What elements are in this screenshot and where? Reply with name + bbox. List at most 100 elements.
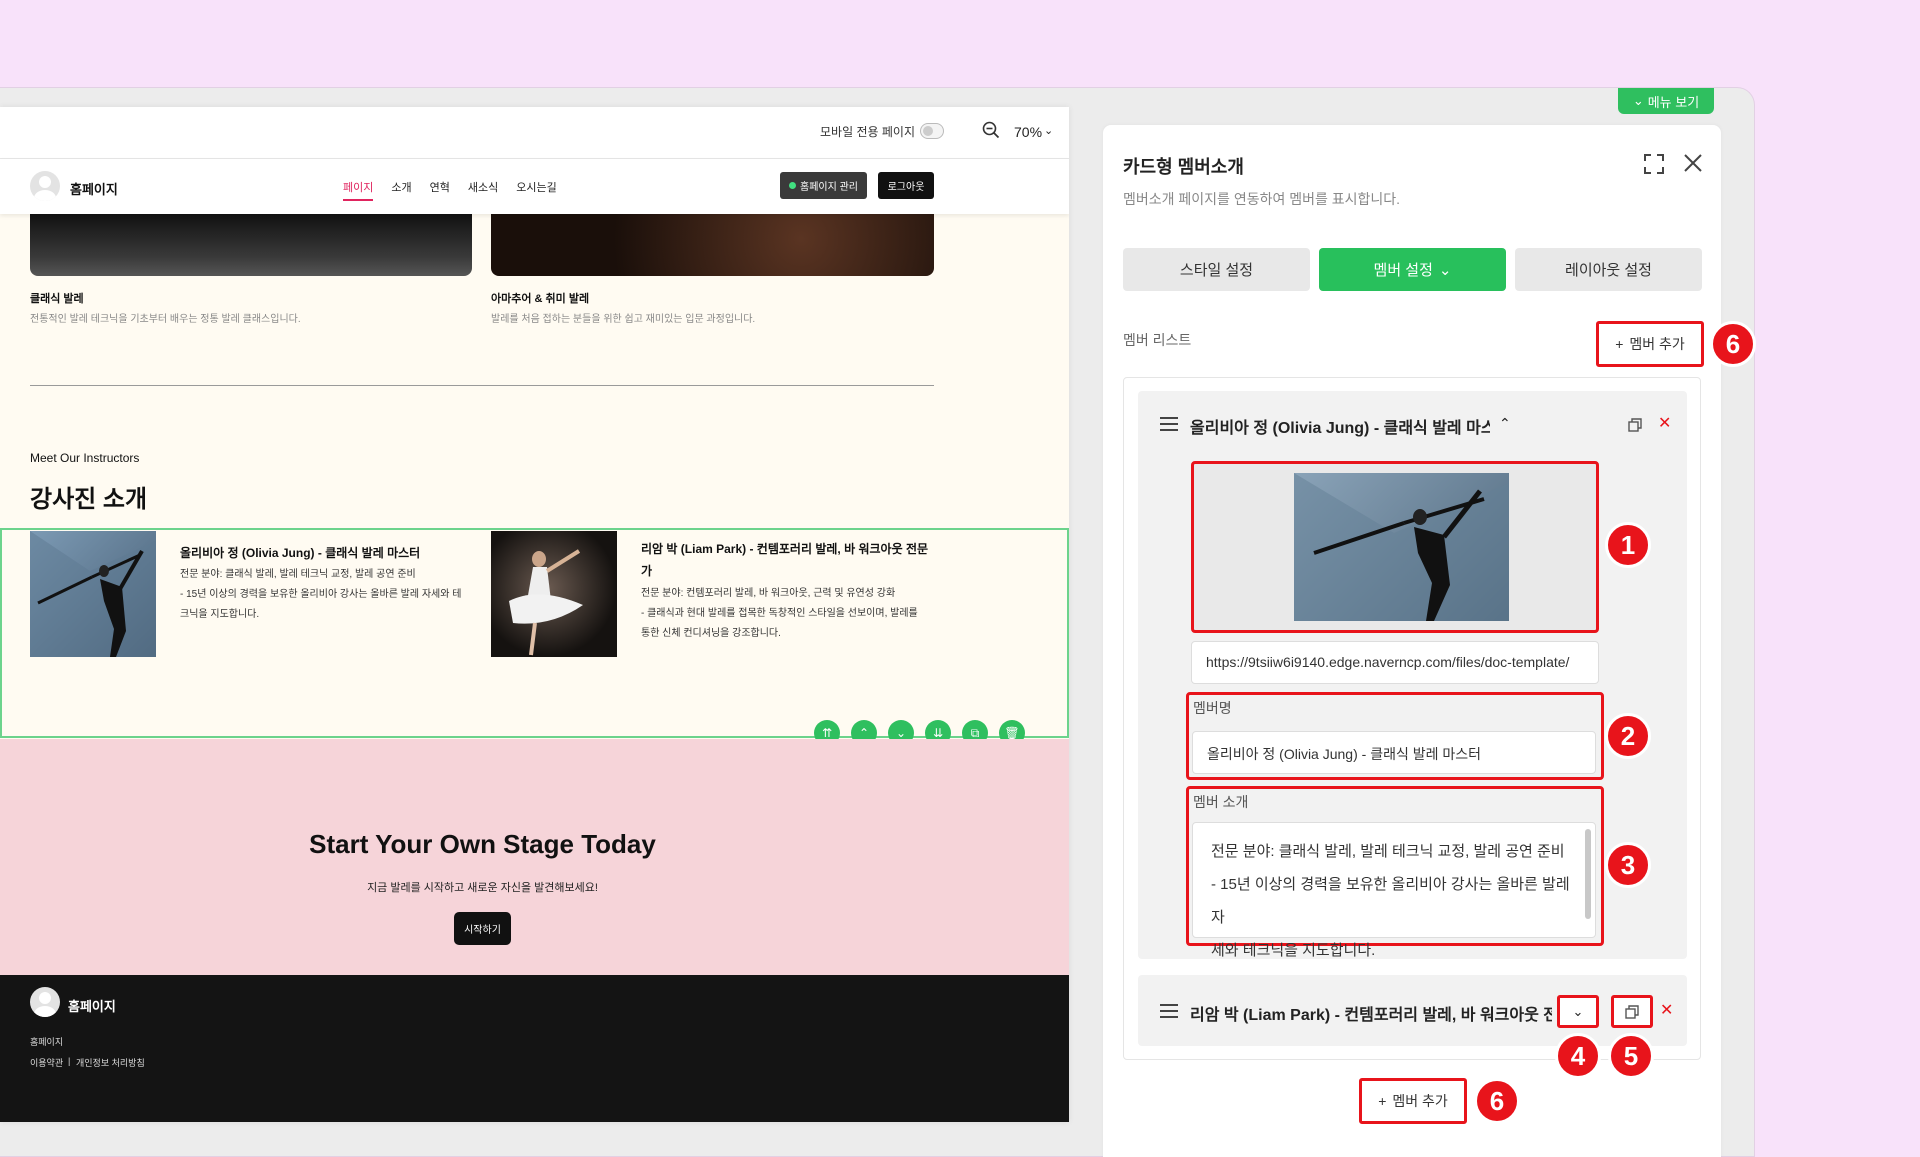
annotation-badge-6-bottom: 6 [1474, 1078, 1520, 1124]
status-dot-icon [789, 182, 796, 189]
member-list-label: 멤버 리스트 [1123, 332, 1192, 348]
member-item-title[interactable]: 리암 박 (Liam Park) - 컨템포러리 발레, 바 워크아웃 전문가 [1190, 1001, 1552, 1025]
image-url-field[interactable]: https://9tsiiw6i9140.edge.naverncp.com/f… [1191, 641, 1599, 684]
footer-logo-avatar [30, 987, 60, 1017]
intro-line-1: 전문 분야: 클래식 발레, 발레 테크닉 교정, 발레 공연 준비 [1211, 843, 1565, 860]
member-name-field[interactable]: 올리비아 정 (Olivia Jung) - 클래식 발레 마스터 [1192, 731, 1596, 774]
member-name-label: 멤버명 [1193, 700, 1232, 716]
cta-section: Start Your Own Stage Today 지금 발레를 시작하고 새… [0, 739, 1069, 975]
site-footer: 홈페이지 홈페이지 이용약관 | 개인정보 처리방침 [0, 975, 1069, 1122]
card-image-amateur [491, 214, 934, 276]
member-desc-liam-3: 통한 신체 컨디셔닝을 강조합니다. [641, 628, 781, 639]
tab-member-settings-label: 멤버 설정 [1373, 262, 1433, 279]
card-image-classical [30, 214, 472, 276]
nav-item-about[interactable]: 소개 [391, 179, 411, 201]
footer-terms-link[interactable]: 이용약관 [30, 1056, 63, 1069]
intro-line-3: 세와 테크닉을 지도합니다. [1211, 942, 1376, 959]
footer-line: 홈페이지 [30, 1037, 64, 1047]
panel-tabs: 스타일 설정 멤버 설정 ⌄ 레이아웃 설정 [1123, 248, 1702, 291]
zoom-out-icon[interactable] [982, 121, 1000, 139]
fullscreen-icon[interactable] [1643, 153, 1665, 175]
annotation-badge-6-top: 6 [1710, 321, 1756, 367]
add-member-button-top[interactable]: + 멤버 추가 [1596, 321, 1704, 367]
plus-icon: + [1615, 336, 1624, 352]
nav-item-location[interactable]: 오시는길 [516, 179, 556, 201]
add-member-label: 멤버 추가 [1629, 336, 1685, 352]
cta-subtitle: 지금 발레를 시작하고 새로운 자신을 발견해보세요! [367, 882, 598, 894]
member-desc-liam-2: - 클래식과 현대 발레를 접목한 독창적인 스타일을 선보이며, 발레를 [641, 608, 918, 619]
annotation-badge-4: 4 [1555, 1033, 1601, 1079]
chevron-up-icon[interactable]: ⌃ [1499, 415, 1511, 432]
tab-layout-settings[interactable]: 레이아웃 설정 [1515, 248, 1702, 291]
drag-handle-icon[interactable] [1160, 417, 1178, 431]
panel-subtitle: 멤버소개 페이지를 연동하여 멤버를 표시합니다. [1123, 191, 1401, 207]
card-title-amateur: 아마추어 & 취미 발레 [491, 293, 590, 305]
annotation-badge-5: 5 [1608, 1033, 1654, 1079]
site-nav: 페이지 소개 연혁 새소식 오시는길 [343, 179, 557, 201]
textarea-scrollbar[interactable] [1585, 829, 1591, 919]
panel-title: 카드형 멤버소개 [1123, 157, 1244, 177]
plus-icon: + [1378, 1093, 1387, 1109]
member-name-liam-1: 리암 박 (Liam Park) - 컨템포러리 발레, 바 워크아웃 전문 [641, 542, 929, 556]
menu-toggle-tab[interactable]: ⌄ 메뉴 보기 [1618, 88, 1714, 114]
member-item-olivia: 올리비아 정 (Olivia Jung) - 클래식 발레 마스터 ⌃ ✕ ht… [1138, 391, 1687, 959]
copy-icon [1625, 1004, 1639, 1019]
member-name-olivia: 올리비아 정 (Olivia Jung) - 클래식 발레 마스터 [180, 546, 421, 560]
member-image-preview[interactable] [1191, 461, 1599, 633]
nav-item-history[interactable]: 연혁 [430, 179, 450, 201]
mobile-only-label: 모바일 전용 페이지 [820, 125, 915, 139]
footer-separator: | [68, 1056, 71, 1066]
section-divider [30, 385, 934, 386]
homepage-manage-button[interactable]: 홈페이지 관리 [780, 172, 867, 199]
card-desc-classical: 전통적인 발레 테크닉을 기초부터 배우는 정통 발레 클래스입니다. [30, 314, 301, 325]
intro-line-2: - 15년 이상의 경력을 보유한 올리비아 강사는 올바른 발레 자 [1211, 876, 1570, 926]
footer-site-name: 홈페이지 [68, 999, 116, 1014]
nav-item-page[interactable]: 페이지 [343, 179, 374, 201]
duplicate-item-button[interactable] [1611, 995, 1653, 1028]
drag-handle-icon[interactable] [1160, 1004, 1178, 1018]
nav-item-news[interactable]: 새소식 [468, 179, 498, 201]
cta-title: Start Your Own Stage Today [309, 829, 656, 859]
instructors-eyebrow: Meet Our Instructors [30, 451, 140, 465]
site-header: 홈페이지 페이지 소개 연혁 새소식 오시는길 홈페이지 관리 로그아웃 [0, 159, 1069, 214]
remove-icon[interactable]: ✕ [1660, 1000, 1673, 1020]
annotation-badge-2: 2 [1605, 713, 1651, 759]
close-icon[interactable] [1681, 151, 1705, 175]
expand-item-button[interactable]: ⌄ [1557, 995, 1599, 1028]
chevron-down-icon: ⌄ [1632, 93, 1644, 108]
member-item-liam: 리암 박 (Liam Park) - 컨템포러리 발레, 바 워크아웃 전문가 … [1138, 975, 1687, 1046]
page-preview: 모바일 전용 페이지 70% ⌄ 홈페이지 페이지 소개 연혁 새소식 오시는길… [0, 107, 1069, 1122]
site-name: 홈페이지 [70, 182, 118, 197]
copy-icon[interactable] [1628, 418, 1642, 432]
annotation-badge-1: 1 [1605, 522, 1651, 568]
add-member-label: 멤버 추가 [1392, 1093, 1448, 1109]
member-item-title[interactable]: 올리비아 정 (Olivia Jung) - 클래식 발레 마스터 [1190, 414, 1490, 438]
instructors-title: 강사진 소개 [30, 486, 148, 513]
member-desc-olivia-1: 전문 분야: 클래식 발레, 발레 테크닉 교정, 발레 공연 준비 [180, 569, 416, 580]
chevron-down-icon: ⌄ [1438, 261, 1452, 279]
site-logo-avatar [30, 171, 60, 201]
member-photo-olivia [30, 531, 156, 657]
annotation-badge-3: 3 [1605, 842, 1651, 888]
add-member-button-bottom[interactable]: + 멤버 추가 [1359, 1078, 1467, 1124]
chevron-down-icon[interactable]: ⌄ [1044, 124, 1053, 137]
zoom-level[interactable]: 70% [1014, 124, 1042, 140]
footer-privacy-link[interactable]: 개인정보 처리방침 [76, 1056, 145, 1069]
card-title-classical: 클래식 발레 [30, 293, 84, 305]
logout-button[interactable]: 로그아웃 [878, 172, 934, 199]
settings-panel: 카드형 멤버소개 멤버소개 페이지를 연동하여 멤버를 표시합니다. 스타일 설… [1103, 125, 1721, 1157]
member-desc-olivia-2: - 15년 이상의 경력을 보유한 올리비아 강사는 올바른 발레 자세와 테 [180, 589, 462, 600]
member-name-liam-2: 가 [641, 564, 653, 578]
preview-toolbar: 모바일 전용 페이지 70% ⌄ [0, 107, 1069, 159]
tab-member-settings[interactable]: 멤버 설정 ⌄ [1319, 248, 1506, 291]
homepage-manage-label: 홈페이지 관리 [800, 182, 858, 193]
member-intro-label: 멤버 소개 [1193, 794, 1249, 810]
mobile-only-toggle[interactable] [920, 123, 944, 139]
cta-start-button[interactable]: 시작하기 [454, 912, 511, 945]
member-image [1294, 473, 1509, 621]
remove-icon[interactable]: ✕ [1658, 413, 1671, 433]
tab-style-settings[interactable]: 스타일 설정 [1123, 248, 1310, 291]
member-intro-group: 멤버 소개 전문 분야: 클래식 발레, 발레 테크닉 교정, 발레 공연 준비… [1186, 786, 1604, 959]
member-intro-textarea[interactable]: 전문 분야: 클래식 발레, 발레 테크닉 교정, 발레 공연 준비 - 15년… [1192, 822, 1596, 959]
member-desc-olivia-3: 크닉을 지도합니다. [180, 609, 260, 620]
